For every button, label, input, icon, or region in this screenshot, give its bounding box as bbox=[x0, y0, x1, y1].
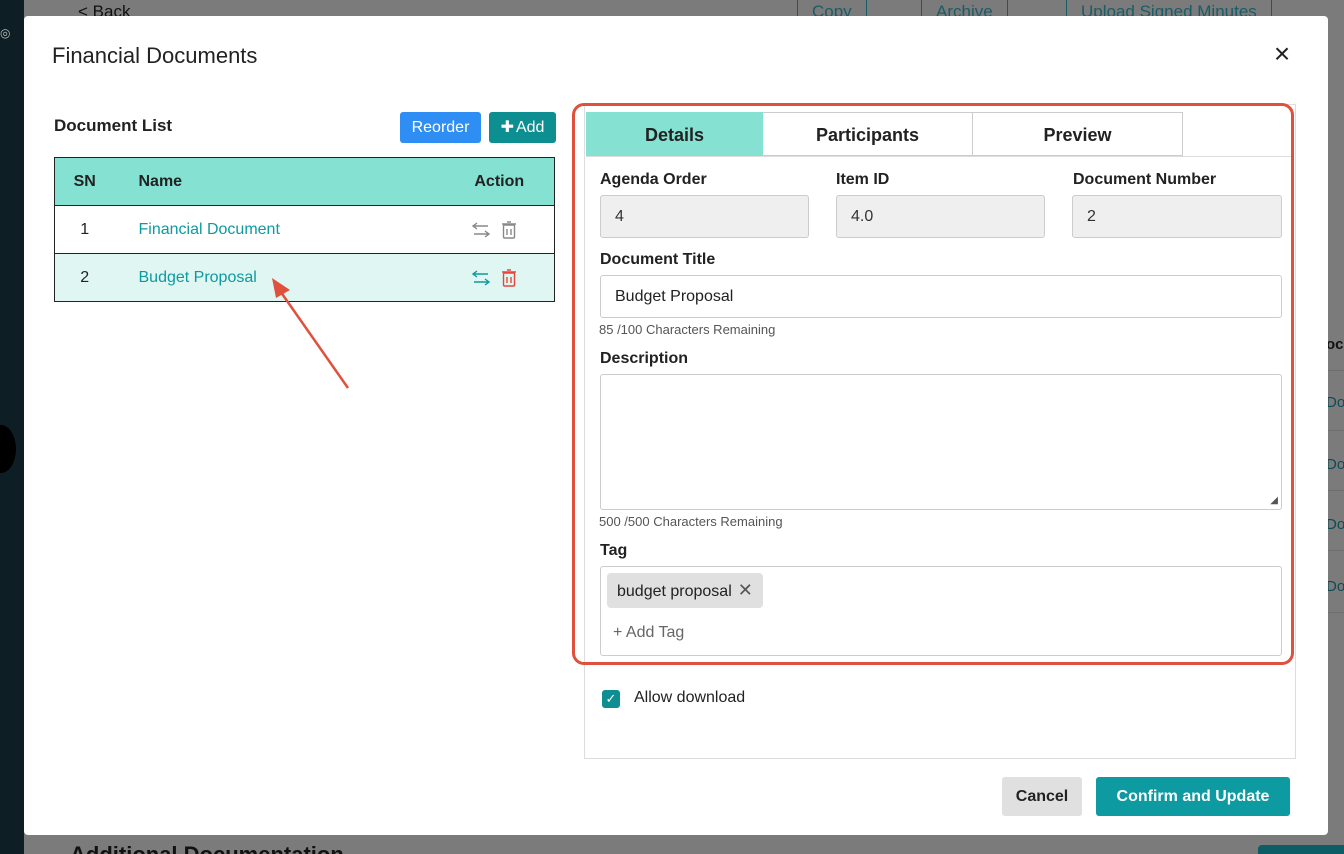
document-list-title: Document List bbox=[54, 116, 173, 135]
plus-icon: ✚ bbox=[500, 119, 514, 136]
swap-icon[interactable] bbox=[471, 269, 491, 287]
tab-participants[interactable]: Participants bbox=[763, 112, 973, 156]
sidebar-toggle bbox=[0, 425, 16, 473]
trash-icon[interactable] bbox=[501, 268, 517, 287]
background-column-fragment: oc bbox=[1326, 336, 1344, 353]
reorder-button[interactable]: Reorder bbox=[400, 112, 481, 143]
background-link-fragment: Do bbox=[1326, 516, 1344, 533]
table-header-row: SN Name Action bbox=[54, 157, 555, 206]
annotation-arrow-icon bbox=[272, 278, 350, 389]
agenda-order-label: Agenda Order bbox=[600, 171, 707, 188]
description-label: Description bbox=[600, 350, 689, 367]
background-link-fragment: Do bbox=[1326, 578, 1344, 595]
column-header-name: Name bbox=[114, 157, 445, 206]
document-number-field: 2 bbox=[1072, 195, 1282, 238]
financial-documents-modal: Financial Documents × Document List Reor… bbox=[24, 16, 1328, 835]
cancel-button[interactable]: Cancel bbox=[1002, 777, 1082, 816]
tag-input[interactable]: budget proposal ✕ + Add Tag bbox=[600, 566, 1282, 656]
item-id-label: Item ID bbox=[836, 171, 890, 188]
allow-download-checkbox[interactable]: ✓ bbox=[602, 690, 620, 708]
add-tag-placeholder[interactable]: + Add Tag bbox=[613, 624, 684, 642]
column-header-sn: SN bbox=[54, 157, 115, 206]
document-title-label: Document Title bbox=[600, 251, 716, 268]
item-id-field: 4.0 bbox=[836, 195, 1045, 238]
tag-chip-label: budget proposal bbox=[617, 583, 732, 600]
background-button bbox=[1258, 845, 1344, 854]
eye-icon: ◎ bbox=[0, 26, 11, 40]
trash-icon[interactable] bbox=[501, 220, 517, 239]
add-button-label: Add bbox=[515, 119, 545, 136]
column-header-action: Action bbox=[444, 157, 555, 206]
tab-divider bbox=[586, 156, 1294, 157]
confirm-and-update-button[interactable]: Confirm and Update bbox=[1096, 777, 1290, 816]
tab-preview[interactable]: Preview bbox=[973, 112, 1183, 156]
row-actions bbox=[444, 253, 555, 302]
tab-details[interactable]: Details bbox=[586, 112, 763, 156]
row-sn: 2 bbox=[54, 253, 115, 302]
background-sidebar: ◎ bbox=[0, 0, 24, 854]
allow-download-label: Allow download bbox=[634, 689, 746, 706]
row-sn: 1 bbox=[54, 205, 115, 254]
table-row[interactable]: 1 Financial Document bbox=[54, 205, 555, 254]
tab-bar: Details Participants Preview bbox=[586, 112, 1183, 156]
description-textarea[interactable]: ◢ bbox=[600, 374, 1282, 510]
background-section-title: Additional Documentation bbox=[70, 842, 344, 854]
modal-title: Financial Documents bbox=[52, 43, 258, 68]
document-title-input[interactable]: Budget Proposal bbox=[600, 275, 1282, 318]
background-link-fragment: Do bbox=[1326, 394, 1344, 411]
tag-label: Tag bbox=[600, 542, 628, 559]
description-characters-remaining: 500 /500 Characters Remaining bbox=[599, 514, 783, 529]
remove-tag-icon[interactable]: ✕ bbox=[738, 580, 753, 600]
agenda-order-field: 4 bbox=[600, 195, 809, 238]
add-document-button[interactable]: ✚ Add bbox=[489, 112, 556, 143]
row-document-name-link[interactable]: Financial Document bbox=[114, 205, 445, 254]
row-actions bbox=[444, 205, 555, 254]
close-icon[interactable]: × bbox=[1268, 40, 1296, 68]
resize-handle-icon[interactable]: ◢ bbox=[1270, 495, 1278, 506]
tag-chip: budget proposal ✕ bbox=[607, 573, 763, 608]
title-characters-remaining: 85 /100 Characters Remaining bbox=[599, 322, 776, 337]
document-number-label: Document Number bbox=[1073, 171, 1217, 188]
background-link-fragment: Do bbox=[1326, 456, 1344, 473]
swap-icon[interactable] bbox=[471, 221, 491, 239]
